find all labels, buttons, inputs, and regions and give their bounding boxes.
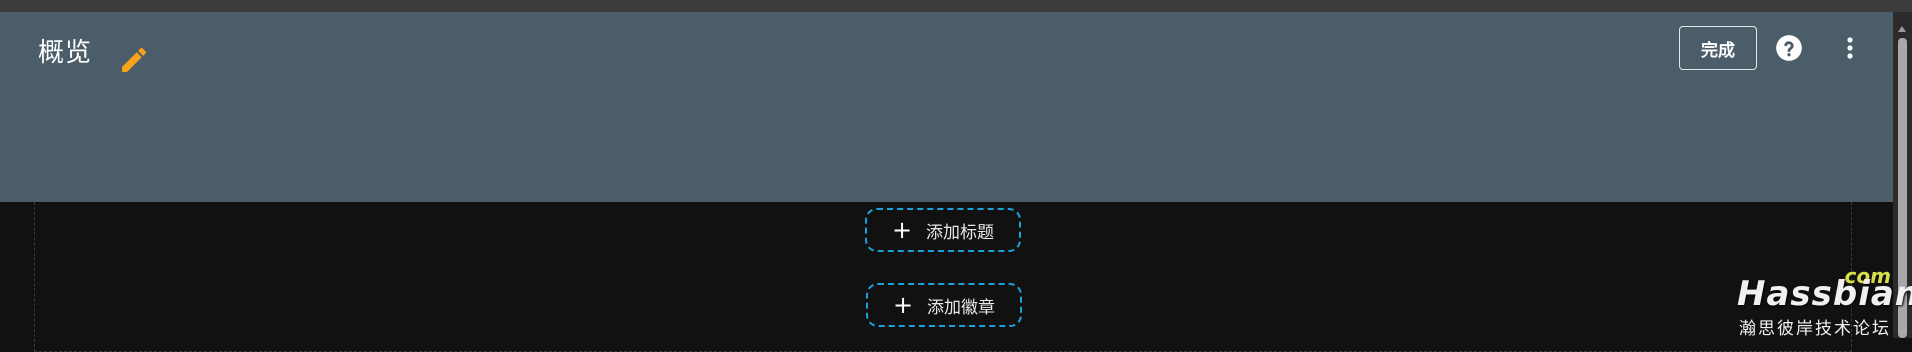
more-options-button[interactable] [1838,34,1862,62]
more-vert-icon [1847,37,1853,59]
add-badge-button[interactable]: + 添加徽章 [866,283,1022,327]
add-title-button[interactable]: + 添加标题 [865,208,1021,252]
help-button[interactable] [1775,34,1803,62]
add-title-label: 添加标题 [926,222,995,243]
plus-icon: + [891,216,913,244]
pencil-icon [122,47,147,72]
done-button[interactable]: 完成 [1679,26,1757,70]
page-title: 概览 [38,38,93,68]
scroll-up-arrow-icon[interactable] [1898,26,1906,32]
watermark-brand: Hassbian [1737,274,1912,314]
add-badge-label: 添加徽章 [927,297,996,318]
watermark-logo: .com Hassbian 瀚思彼岸技术论坛 [1737,264,1912,339]
help-circle-icon [1776,35,1802,61]
watermark-subtitle: 瀚思彼岸技术论坛 [1739,319,1891,339]
plus-icon: + [892,291,914,319]
edit-title-button[interactable] [118,44,150,76]
edit-mode-toolbar: 概览 完成 [0,12,1893,202]
window-top-strip [0,0,1912,12]
